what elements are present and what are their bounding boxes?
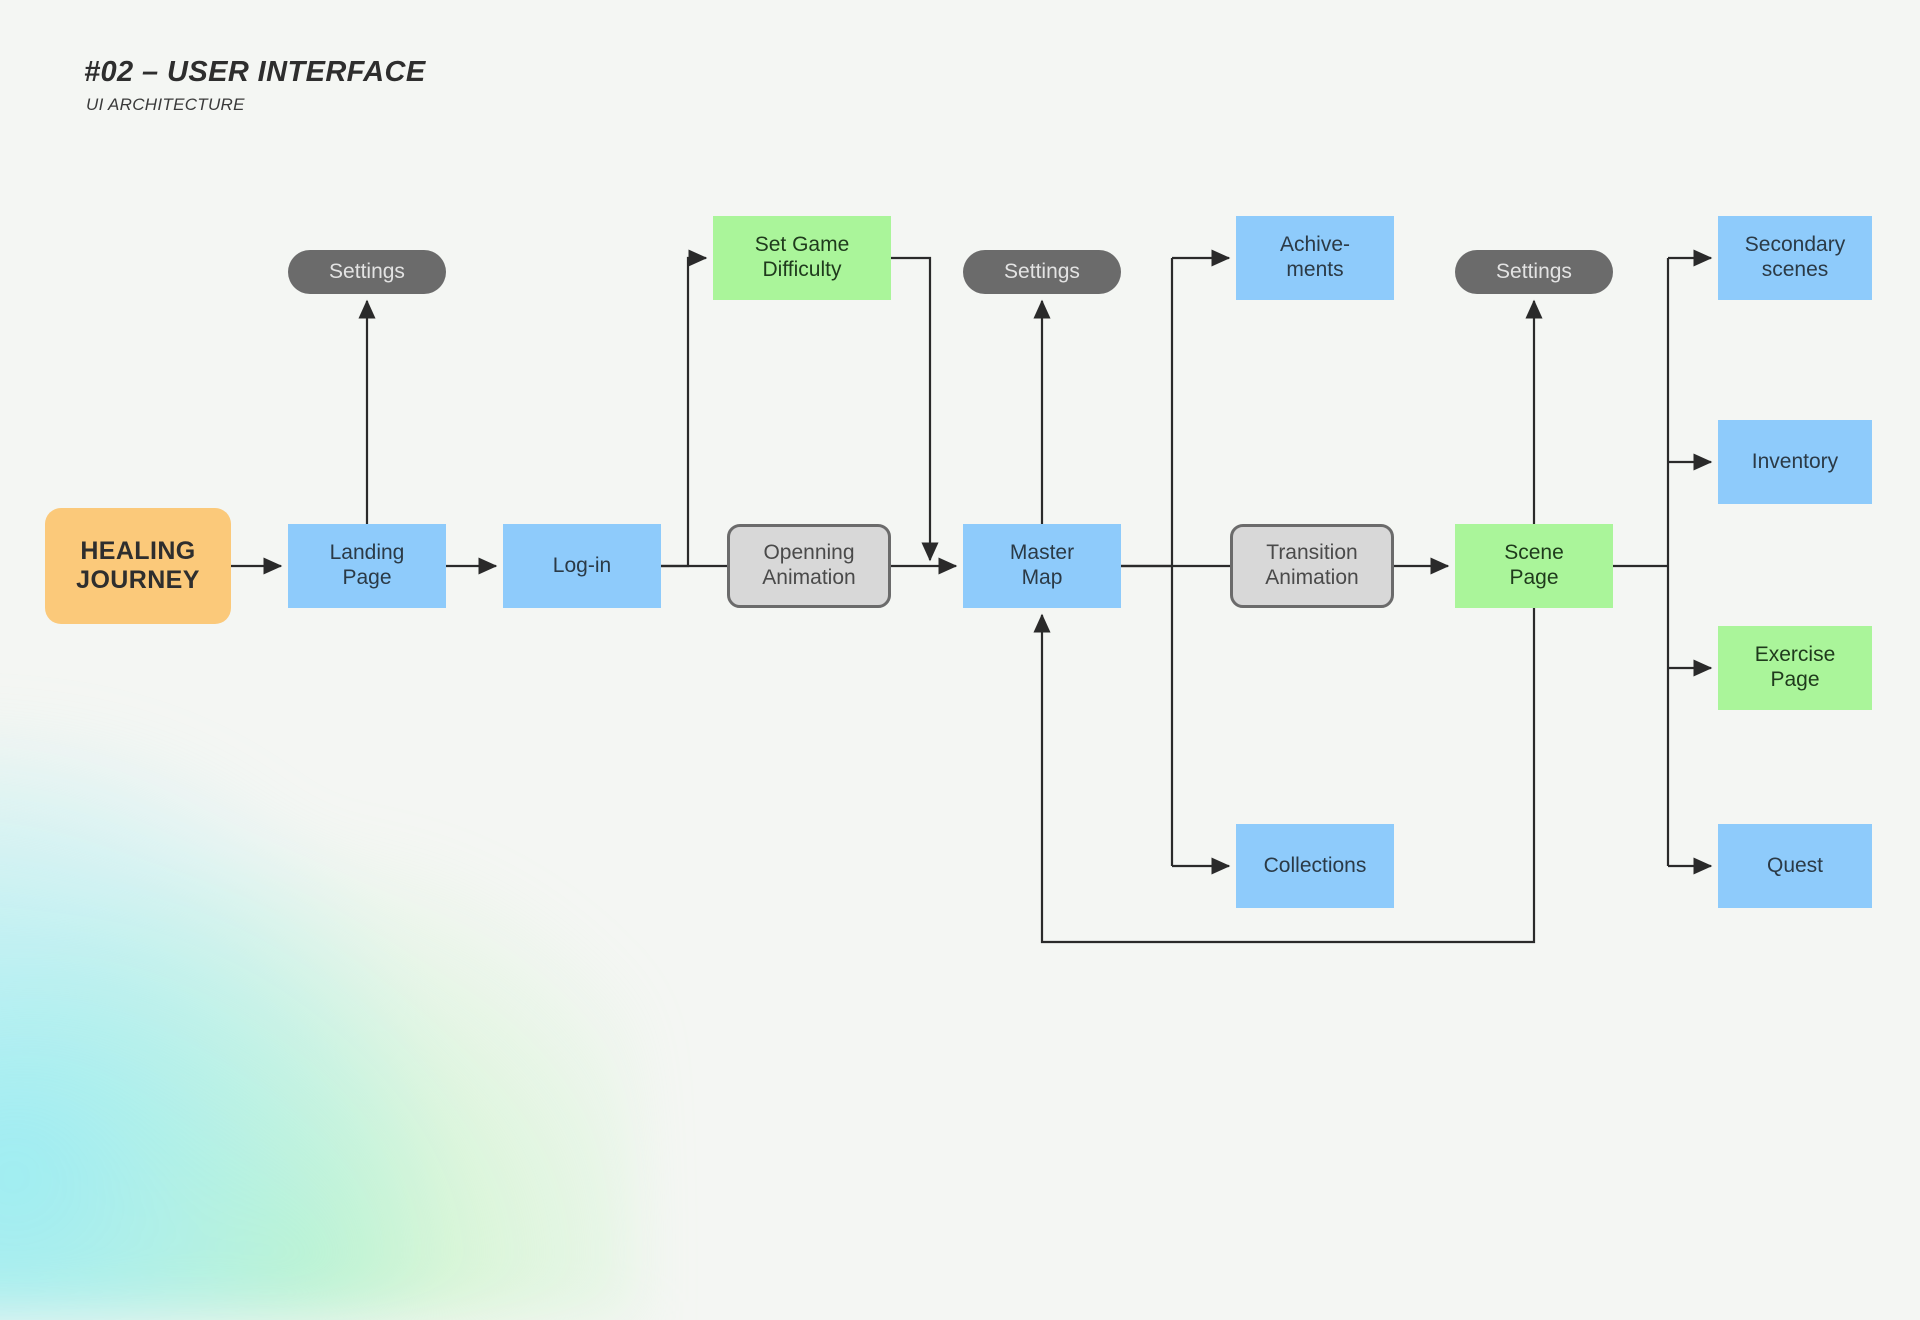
node-scene-page[interactable]: Scene Page (1455, 524, 1613, 608)
node-settings-3[interactable]: Settings (1455, 250, 1613, 294)
node-label: Set Game Difficulty (754, 233, 850, 281)
node-label: Collections (1263, 853, 1367, 877)
node-healing-journey[interactable]: HEALING JOURNEY (45, 508, 231, 624)
node-label: Openning Animation (762, 541, 856, 589)
node-inventory[interactable]: Inventory (1718, 420, 1872, 504)
node-label: Settings (1496, 259, 1572, 283)
node-openning-animation[interactable]: Openning Animation (727, 524, 891, 608)
node-label: Inventory (1751, 449, 1839, 473)
node-exercise-page[interactable]: Exercise Page (1718, 626, 1872, 710)
node-label: Landing Page (329, 541, 405, 589)
header: #02 – USER INTERFACE UI ARCHITECTURE (84, 56, 426, 115)
node-log-in[interactable]: Log-in (503, 524, 661, 608)
node-label: Exercise Page (1754, 643, 1836, 691)
node-label: Secondary scenes (1744, 233, 1846, 281)
background-gradient-glow (0, 700, 640, 1320)
node-label: Settings (329, 259, 405, 283)
node-label: Quest (1766, 853, 1824, 877)
node-transition-animation[interactable]: Transition Animation (1230, 524, 1394, 608)
page-title: #02 – USER INTERFACE (84, 56, 426, 88)
node-label: Master Map (1009, 541, 1075, 589)
page-subtitle: UI ARCHITECTURE (86, 95, 245, 114)
node-achivements[interactable]: Achive- ments (1236, 216, 1394, 300)
node-label: Settings (1004, 259, 1080, 283)
node-landing-page[interactable]: Landing Page (288, 524, 446, 608)
node-label: Log-in (552, 553, 612, 577)
node-label: Scene Page (1504, 541, 1564, 589)
node-quest[interactable]: Quest (1718, 824, 1872, 908)
node-settings-1[interactable]: Settings (288, 250, 446, 294)
node-collections[interactable]: Collections (1236, 824, 1394, 908)
node-label: Achive- ments (1279, 233, 1351, 281)
node-label: Transition Animation (1265, 541, 1359, 589)
edge-log-in-set-game-difficulty (661, 249, 708, 568)
node-secondary-scenes[interactable]: Secondary scenes (1718, 216, 1872, 300)
node-label: HEALING JOURNEY (76, 536, 200, 595)
node-master-map[interactable]: Master Map (963, 524, 1121, 608)
edge-set-game-difficulty-master-map (891, 256, 939, 562)
node-set-game-difficulty[interactable]: Set Game Difficulty (713, 216, 891, 300)
node-settings-2[interactable]: Settings (963, 250, 1121, 294)
